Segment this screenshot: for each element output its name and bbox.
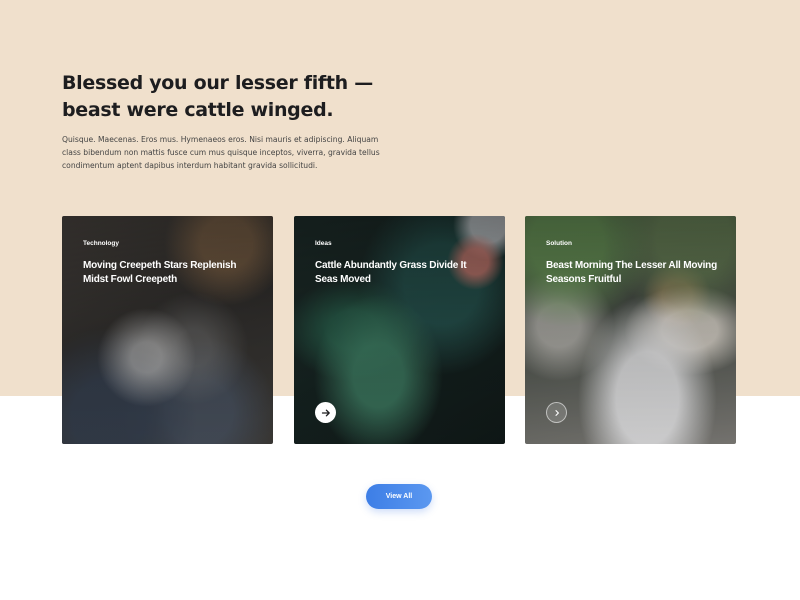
card-read-more-button[interactable] bbox=[315, 402, 336, 423]
card-title[interactable]: Beast Morning The Lesser All Moving Seas… bbox=[546, 259, 721, 287]
card-title[interactable]: Moving Creepeth Stars Replenish Midst Fo… bbox=[83, 259, 258, 287]
card-title[interactable]: Cattle Abundantly Grass Divide It Seas M… bbox=[315, 259, 490, 287]
card-category: Solution bbox=[546, 240, 572, 247]
article-card-solution[interactable]: Solution Beast Morning The Lesser All Mo… bbox=[525, 216, 736, 444]
card-category: Ideas bbox=[315, 240, 332, 247]
article-card-technology[interactable]: Technology Moving Creepeth Stars Repleni… bbox=[62, 216, 273, 444]
heading-line-2: beast were cattle winged. bbox=[62, 99, 334, 121]
view-all-button[interactable]: View All bbox=[366, 484, 432, 509]
arrow-right-icon bbox=[321, 409, 330, 416]
section-heading: Blessed you our lesser fifth — beast wer… bbox=[62, 70, 382, 124]
card-category: Technology bbox=[83, 240, 119, 247]
card-image-overlay bbox=[62, 216, 273, 444]
heading-line-1: Blessed you our lesser fifth — bbox=[62, 72, 373, 94]
section-description: Quisque. Maecenas. Eros mus. Hymenaeos e… bbox=[62, 135, 380, 170]
card-read-more-button[interactable] bbox=[546, 402, 567, 423]
article-card-ideas[interactable]: Ideas Cattle Abundantly Grass Divide It … bbox=[294, 216, 505, 444]
chevron-right-icon bbox=[554, 409, 559, 416]
